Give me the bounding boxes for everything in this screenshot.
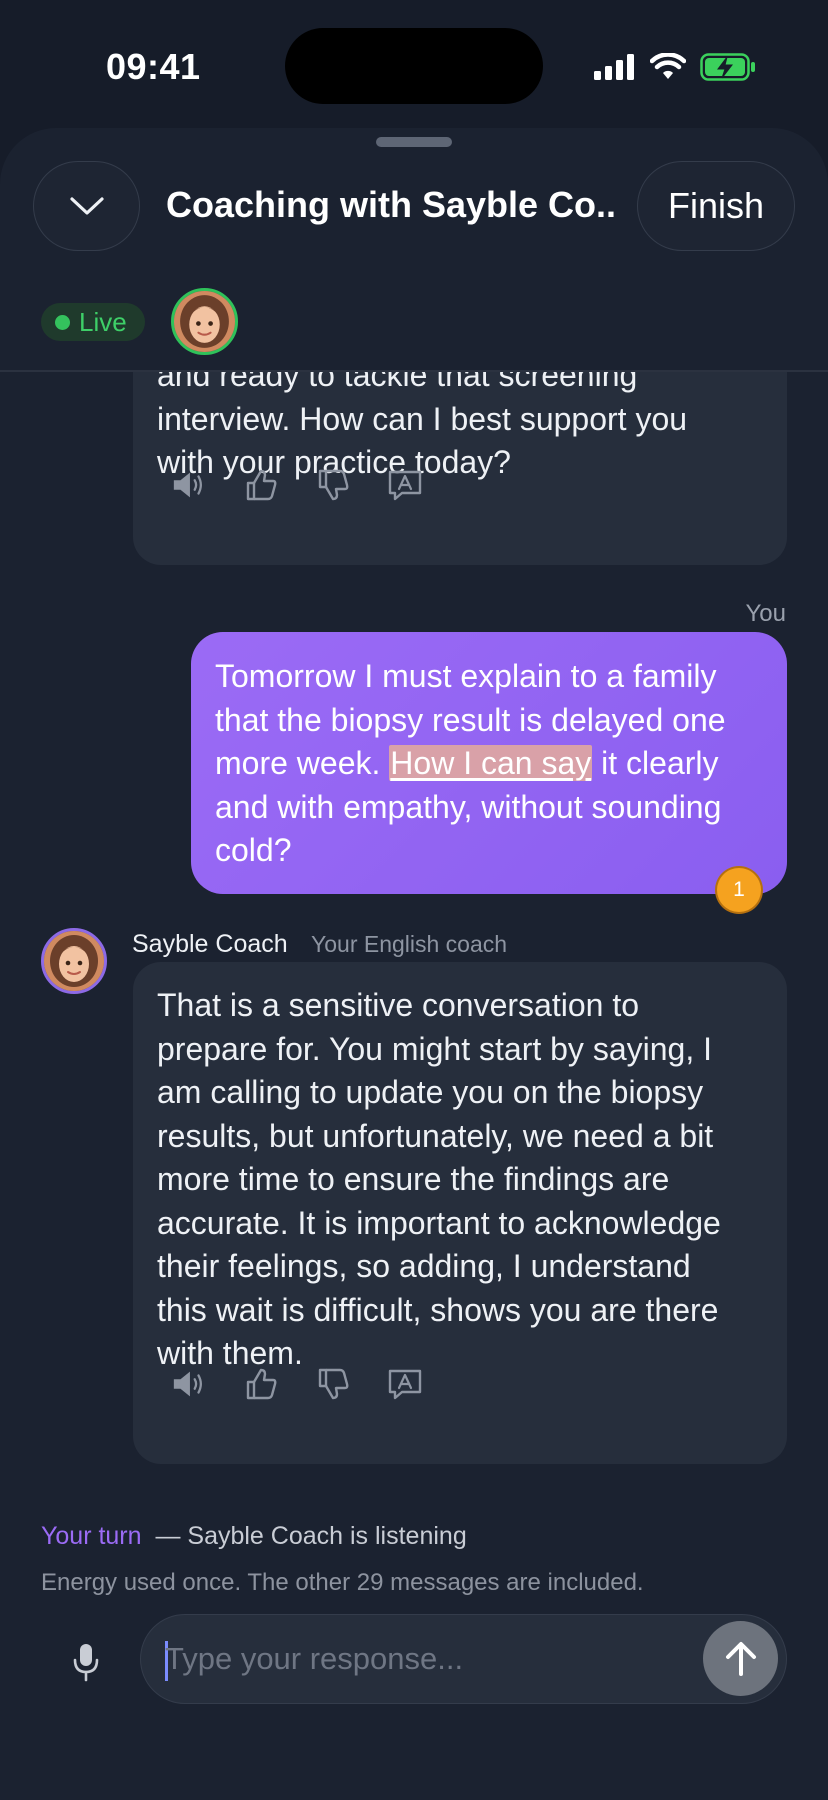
coach-name: Sayble Coach xyxy=(132,930,288,958)
dynamic-island xyxy=(285,28,543,104)
translate-icon xyxy=(388,1369,422,1400)
live-label: Live xyxy=(79,306,127,337)
turn-label: Your turn xyxy=(41,1522,142,1550)
message-line: prepare for. You might start by saying, … xyxy=(157,1030,712,1067)
energy-notice: Energy used once. The other 29 messages … xyxy=(41,1569,644,1596)
thumbs-down-icon xyxy=(318,1368,349,1400)
status-time: 09:41 xyxy=(106,46,201,87)
message-actions xyxy=(171,467,423,503)
collapse-button[interactable] xyxy=(33,161,140,251)
user-message-bubble: Tomorrow I must explain to a family that… xyxy=(191,632,787,894)
user-message-text: Tomorrow I must explain to a family that… xyxy=(215,655,775,873)
speaker-icon xyxy=(173,472,202,498)
arrow-up-icon xyxy=(725,1641,756,1676)
thumbs-up-button[interactable] xyxy=(243,467,279,503)
page-title: Coaching with Sayble Co... xyxy=(166,184,616,225)
message-line: their feelings, so adding, I understand xyxy=(157,1248,691,1284)
message-line: results, but unfortunately, we need a bi… xyxy=(157,1117,714,1154)
message-line: more time to ensure the findings are xyxy=(157,1161,670,1197)
avatar-illustration xyxy=(174,291,235,352)
translate-icon xyxy=(388,470,422,501)
chevron-down-icon xyxy=(69,197,104,215)
translate-button[interactable] xyxy=(387,1366,423,1402)
microphone-icon xyxy=(73,1644,99,1682)
chat-transcript[interactable]: and ready to tackle that screening inter… xyxy=(0,372,828,1482)
turn-indicator: Your turn — Sayble Coach is listening xyxy=(41,1522,467,1551)
message-line: and ready to tackle that screening xyxy=(157,372,638,393)
battery-charging-icon xyxy=(700,53,755,81)
coach-message-bubble: and ready to tackle that screening inter… xyxy=(133,372,787,565)
grammar-highlight[interactable]: How I can say xyxy=(389,745,593,781)
status-icons xyxy=(594,50,756,84)
message-actions xyxy=(171,1366,423,1402)
wifi-icon xyxy=(650,53,686,79)
response-input[interactable] xyxy=(165,1615,675,1703)
speaker-icon xyxy=(173,1371,202,1397)
thumbs-down-button[interactable] xyxy=(315,1366,351,1402)
thumbs-down-icon xyxy=(318,469,349,501)
thumbs-up-icon xyxy=(246,469,277,501)
coach-role: Your English coach xyxy=(311,931,508,957)
microphone-button[interactable] xyxy=(66,1638,106,1686)
coach-message-bubble: That is a sensitive conversation to prep… xyxy=(133,962,787,1464)
sender-label-you: You xyxy=(745,600,787,627)
coach-avatar-header[interactable] xyxy=(171,288,238,355)
thumbs-down-button[interactable] xyxy=(315,467,351,503)
thumbs-up-button[interactable] xyxy=(243,1366,279,1402)
response-input-container[interactable] xyxy=(140,1614,787,1704)
coach-avatar[interactable] xyxy=(41,928,107,994)
play-audio-button[interactable] xyxy=(171,1366,207,1402)
signal-icon xyxy=(594,54,634,80)
live-status-badge: Live xyxy=(41,303,145,341)
translate-button[interactable] xyxy=(387,467,423,503)
send-button[interactable] xyxy=(703,1621,778,1696)
message-line: accurate. It is important to acknowledge xyxy=(157,1204,721,1241)
live-dot xyxy=(55,314,70,330)
message-line: am calling to update you on the biopsy xyxy=(157,1074,704,1110)
coach-message-text: That is a sensitive conversation to prep… xyxy=(157,984,721,1376)
thumbs-up-icon xyxy=(246,1368,277,1400)
message-line: this wait is difficult, shows you are th… xyxy=(157,1291,719,1328)
status-bar: 09:41 xyxy=(0,0,828,130)
avatar-illustration xyxy=(44,931,104,991)
play-audio-button[interactable] xyxy=(171,467,207,503)
correction-count-badge[interactable]: 1 xyxy=(717,868,761,912)
sheet-grabber-handle[interactable] xyxy=(376,137,452,147)
message-line: That is a sensitive conversation to xyxy=(157,987,640,1023)
finish-button[interactable]: Finish xyxy=(637,161,795,251)
message-line: interview. How can I best support you xyxy=(157,400,688,437)
turn-status: — Sayble Coach is listening xyxy=(155,1522,467,1550)
